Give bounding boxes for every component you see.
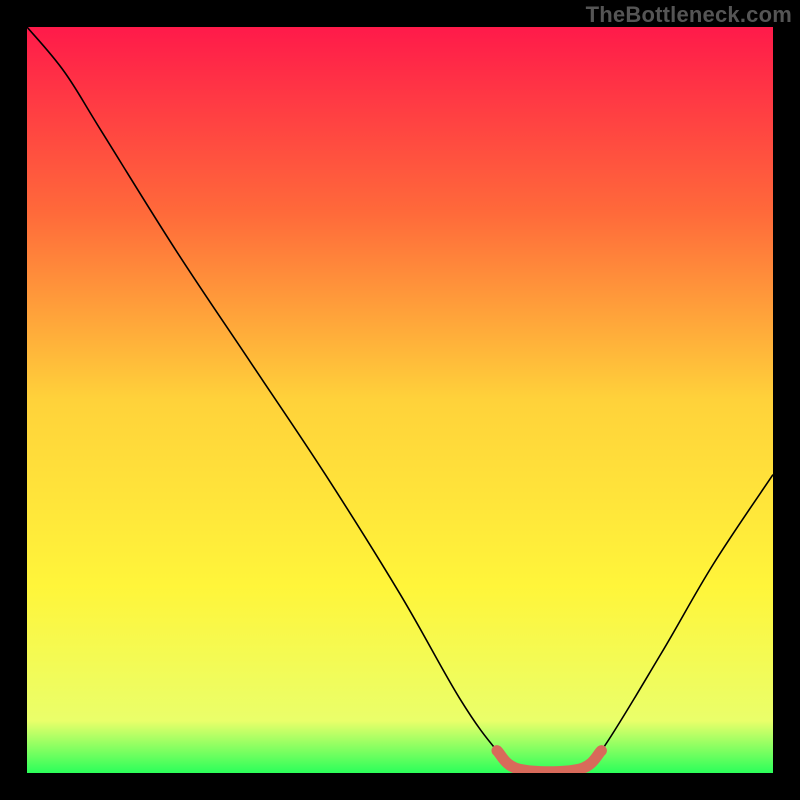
gradient-background — [27, 27, 773, 773]
plot-area — [27, 27, 773, 773]
watermark-text: TheBottleneck.com — [586, 2, 792, 28]
chart-frame: TheBottleneck.com — [0, 0, 800, 800]
bottleneck-chart — [27, 27, 773, 773]
